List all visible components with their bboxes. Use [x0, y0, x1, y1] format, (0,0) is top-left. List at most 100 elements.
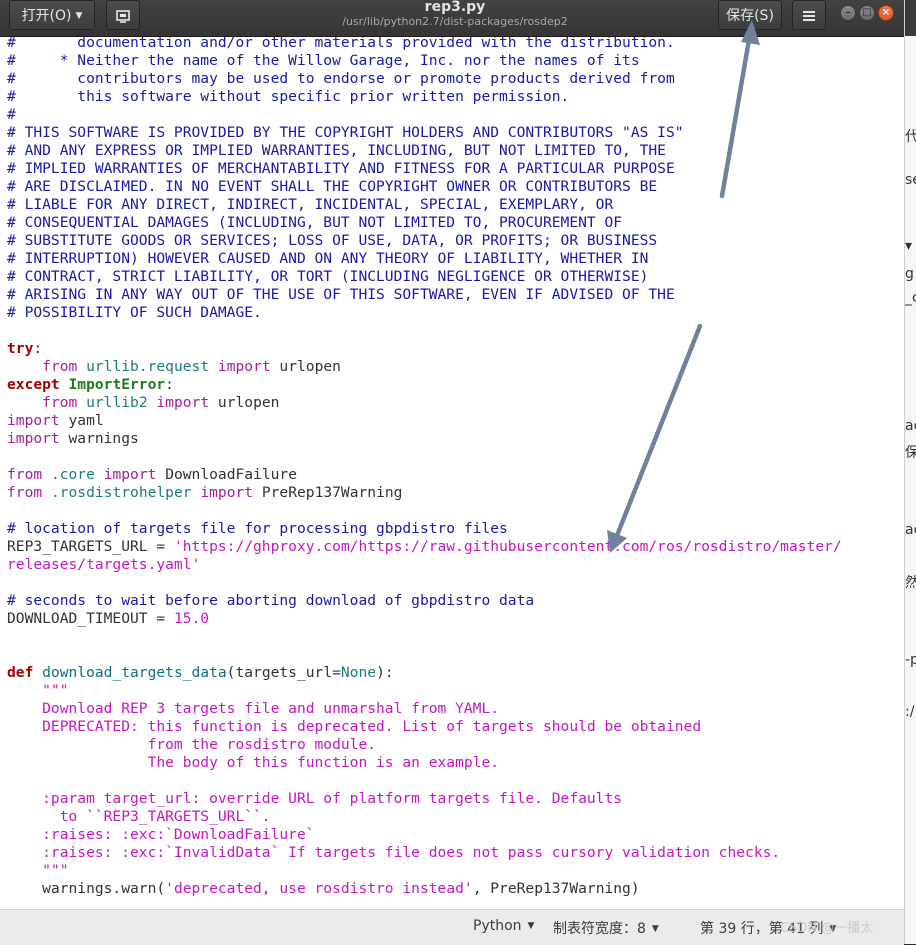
- code-token: from: [42, 394, 78, 411]
- code-line: def download_targets_data(targets_url=No…: [7, 664, 394, 681]
- background-window-fragment: se: [905, 172, 916, 188]
- code-token: # INTERRUPTION) HOWEVER CAUSED AND ON AN…: [7, 250, 649, 267]
- code-token: from: [7, 484, 43, 501]
- window-title-area: rep3.py /usr/lib/python2.7/dist-packages…: [300, 0, 610, 29]
- code-token: (targets_url=: [226, 664, 341, 681]
- watermark: CSDN @一播太: [780, 921, 874, 936]
- code-line: # LIABLE FOR ANY DIRECT, INDIRECT, INCID…: [7, 196, 613, 213]
- code-token: # ARISING IN ANY WAY OUT OF THE USE OF T…: [7, 286, 675, 303]
- code-line: releases/targets.yaml': [7, 556, 200, 573]
- save-button[interactable]: 保存(S): [718, 0, 782, 30]
- code-line: # POSSIBILITY OF SUCH DAMAGE.: [7, 304, 262, 321]
- code-token: # contributors may be used to endorse or…: [7, 70, 675, 87]
- code-line: # this software without specific prior w…: [7, 88, 569, 105]
- code-token: # seconds to wait before aborting downlo…: [7, 592, 535, 609]
- tab-width-selector[interactable]: 制表符宽度：8 ▼: [553, 918, 659, 938]
- chevron-down-icon: ▼: [651, 924, 659, 934]
- code-token: :param target_url: override URL of platf…: [7, 790, 623, 807]
- background-window-fragment: -p: [905, 652, 916, 668]
- language-selector[interactable]: Python ▼: [473, 918, 534, 934]
- background-window-fragment: _c: [905, 290, 916, 306]
- code-line: DOWNLOAD_TIMEOUT = 15.0: [7, 610, 209, 627]
- code-token: import: [156, 394, 210, 411]
- code-token: , PreRep137Warning): [472, 880, 640, 897]
- code-token: import: [103, 466, 157, 483]
- code-token: # POSSIBILITY OF SUCH DAMAGE.: [7, 304, 262, 321]
- code-editor[interactable]: # documentation and/or other materials p…: [0, 37, 904, 909]
- code-line: #: [7, 106, 16, 123]
- code-line: try:: [7, 340, 42, 357]
- background-window-titlebar: [905, 0, 916, 36]
- code-text: # documentation and/or other materials p…: [7, 37, 842, 898]
- code-token: 15.0: [173, 610, 210, 627]
- code-token: # SUBSTITUTE GOODS OR SERVICES; LOSS OF …: [7, 232, 658, 249]
- maximize-button[interactable]: □: [859, 5, 875, 21]
- pin-icon: [116, 10, 130, 23]
- code-line: # IMPLIED WARRANTIES OF MERCHANTABILITY …: [7, 160, 675, 177]
- code-token: 'deprecated, use rosdistro instead': [165, 880, 473, 897]
- code-line: import yaml: [7, 412, 104, 429]
- code-line: # THIS SOFTWARE IS PROVIDED BY THE COPYR…: [7, 124, 684, 141]
- code-token: # documentation and/or other materials p…: [7, 37, 675, 51]
- code-token: PreRep137Warning: [253, 484, 403, 501]
- code-token: None: [340, 664, 377, 681]
- code-line: DEPRECATED: this function is deprecated.…: [7, 718, 701, 735]
- code-token: # ARE DISCLAIMED. IN NO EVENT SHALL THE …: [7, 178, 658, 195]
- code-token: # location of targets file for processin…: [7, 520, 508, 537]
- header-bar: 打开(O) ▼ rep3.py /usr/lib/python2.7/dist-p…: [0, 0, 904, 37]
- code-line: warnings.warn('deprecated, use rosdistro…: [7, 880, 640, 897]
- minimize-icon: –: [845, 7, 851, 18]
- code-token: 'https://ghproxy.com/https://raw.githubu…: [173, 538, 842, 555]
- code-line: # contributors may be used to endorse or…: [7, 70, 675, 87]
- new-tab-button[interactable]: [106, 0, 140, 30]
- background-window-fragment: :/: [905, 704, 915, 720]
- code-token: from the rosdistro module.: [7, 736, 377, 753]
- code-line: :raises: :exc:`DownloadFailure`: [7, 826, 314, 843]
- code-token: Download REP 3 targets file and unmarsha…: [7, 700, 500, 717]
- background-window-fragment: ac: [905, 522, 916, 538]
- code-token: try: [7, 340, 34, 357]
- code-token: # CONSEQUENTIAL DAMAGES (INCLUDING, BUT …: [7, 214, 623, 231]
- code-line: # documentation and/or other materials p…: [7, 37, 675, 51]
- code-token: warnings: [59, 430, 139, 447]
- code-token: """: [7, 862, 69, 879]
- code-line: from urllib2 import urlopen: [7, 394, 279, 411]
- code-token: from: [42, 358, 78, 375]
- code-token: ImportError: [68, 376, 166, 393]
- file-path: /usr/lib/python2.7/dist-packages/rosdep2: [342, 15, 568, 28]
- code-line: except ImportError:: [7, 376, 174, 393]
- code-line: """: [7, 862, 69, 879]
- open-button[interactable]: 打开(O) ▼: [9, 0, 95, 30]
- open-button-label: 打开(O): [21, 8, 72, 24]
- code-token: import: [7, 412, 60, 429]
- code-token: except: [7, 376, 60, 393]
- chevron-down-icon: ▼: [527, 921, 535, 931]
- code-token: DOWNLOAD_TIMEOUT =: [7, 610, 174, 627]
- code-line: # CONTRACT, STRICT LIABILITY, OR TORT (I…: [7, 268, 648, 285]
- tab-width-label: 制表符宽度：8: [553, 921, 646, 937]
- code-line: :param target_url: override URL of platf…: [7, 790, 622, 807]
- menu-button[interactable]: [792, 0, 826, 30]
- code-token: """: [42, 682, 69, 699]
- code-line: # ARE DISCLAIMED. IN NO EVENT SHALL THE …: [7, 178, 657, 195]
- code-token: # CONTRACT, STRICT LIABILITY, OR TORT (I…: [7, 268, 649, 285]
- code-token: :: [165, 376, 174, 393]
- background-window-edge: 代 se ▾ g _cac 保存 ac 然 -p:/: [904, 0, 916, 944]
- background-window-fragment: g: [905, 266, 914, 282]
- code-token: #: [7, 106, 16, 123]
- minimize-button[interactable]: –: [840, 5, 856, 21]
- close-button[interactable]: ×: [878, 5, 894, 21]
- code-line: import warnings: [7, 430, 139, 447]
- code-token: # LIABLE FOR ANY DIRECT, INDIRECT, INCID…: [7, 196, 614, 213]
- code-token: ):: [376, 664, 394, 681]
- code-line: # AND ANY EXPRESS OR IMPLIED WARRANTIES,…: [7, 142, 666, 159]
- code-token: yaml: [59, 412, 104, 429]
